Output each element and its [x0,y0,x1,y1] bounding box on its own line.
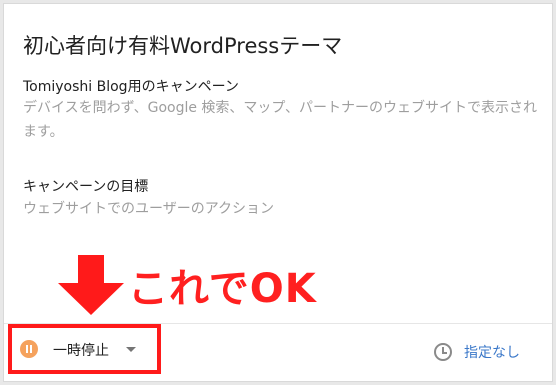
schedule-label[interactable]: 指定なし [464,342,520,362]
campaign-name: Tomiyoshi Blog用のキャンペーン [23,79,239,95]
clock-icon [434,343,452,361]
down-arrow-icon [58,255,124,315]
annotation-text: これでOK [128,266,317,312]
card-title: 初心者向け有料WordPressテーマ [23,34,343,58]
goal-description: ウェブサイトでのユーザーのアクション [23,201,275,217]
status-dropdown[interactable]: 一時停止 [53,340,109,360]
status-dropdown-highlight: 一時停止 [8,324,161,374]
campaign-description: デバイスを問わず、Google 検索、マップ、パートナーのウェブサイトで表示され… [23,100,537,140]
schedule-control[interactable]: 指定なし [434,342,520,362]
pause-icon [20,340,38,358]
caret-down-icon[interactable] [126,347,136,352]
goal-title: キャンペーンの目標 [23,179,149,195]
